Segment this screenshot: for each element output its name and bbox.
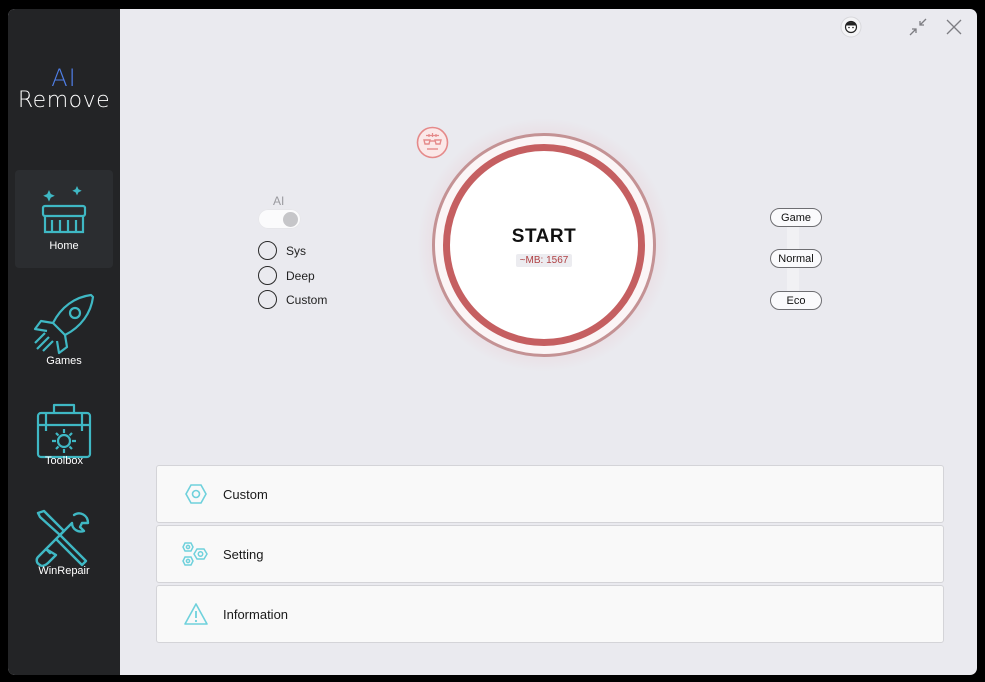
radio-label: Custom	[286, 292, 328, 307]
sidebar-item-winrepair[interactable]: WinRepair	[15, 495, 113, 593]
radio-custom[interactable]: Custom	[258, 290, 327, 309]
panel-custom[interactable]: Custom	[156, 465, 944, 523]
panel-label: Information	[223, 606, 289, 622]
panel-setting[interactable]: Setting	[156, 525, 944, 583]
logo-remove-text: Remove	[17, 88, 111, 113]
sidebar-item-home[interactable]: Home	[15, 170, 113, 268]
radio-label: Sys	[286, 243, 307, 258]
radio-label: Deep	[286, 268, 315, 283]
warning-icon	[181, 599, 211, 629]
logo-ai-text: AI	[51, 64, 77, 92]
radio-circle	[258, 290, 277, 309]
sidebar-item-games[interactable]: Games	[15, 277, 113, 375]
radio-deep[interactable]: Deep	[258, 266, 315, 285]
ai-toggle-label: AI	[273, 194, 285, 208]
close-button[interactable]	[943, 16, 965, 38]
tools-icon	[35, 509, 90, 568]
sidebar-item-label: WinRepair	[38, 565, 90, 577]
gears-icon	[181, 539, 211, 569]
emoji-face-icon	[416, 126, 449, 159]
toggle-knob	[283, 212, 298, 227]
start-area: START ~MB: 1567	[416, 117, 672, 373]
app-logo: AI Remove	[8, 64, 120, 113]
sidebar: AI Remove Home Games Toolbox WinRepair	[8, 9, 120, 675]
hexagon-icon	[181, 479, 211, 509]
panel-information[interactable]: Information	[156, 585, 944, 643]
toolbox-icon	[36, 403, 92, 459]
start-button[interactable]: START ~MB: 1567	[443, 144, 645, 346]
sidebar-item-label: Toolbox	[45, 455, 83, 467]
radio-circle	[258, 266, 277, 285]
collapse-button[interactable]	[907, 16, 929, 38]
sidebar-item-toolbox[interactable]: Toolbox	[15, 387, 113, 485]
ai-toggle[interactable]	[258, 209, 301, 229]
mode-label: Game	[781, 211, 811, 224]
panel-label: Custom	[223, 486, 268, 502]
mode-label: Eco	[786, 294, 806, 307]
sidebar-item-label: Games	[46, 355, 82, 367]
broom-icon	[41, 186, 87, 234]
avatar-button[interactable]	[840, 16, 862, 38]
avatar-icon	[840, 16, 862, 38]
sidebar-item-label: Home	[49, 240, 79, 252]
collapse-icon	[909, 18, 927, 36]
memory-badge: ~MB: 1567	[515, 253, 573, 267]
start-label: START	[511, 225, 577, 247]
close-icon	[946, 19, 962, 35]
radio-sys[interactable]: Sys	[258, 241, 306, 260]
rocket-icon	[33, 293, 95, 355]
mode-eco-button[interactable]: Eco	[770, 291, 822, 310]
app-window: AI Remove Home Games Toolbox WinRepair A…	[8, 9, 977, 675]
mode-label: Normal	[778, 252, 814, 265]
mode-game-button[interactable]: Game	[770, 208, 822, 227]
mode-normal-button[interactable]: Normal	[770, 249, 822, 268]
panel-label: Setting	[223, 546, 264, 562]
radio-circle	[258, 241, 277, 260]
